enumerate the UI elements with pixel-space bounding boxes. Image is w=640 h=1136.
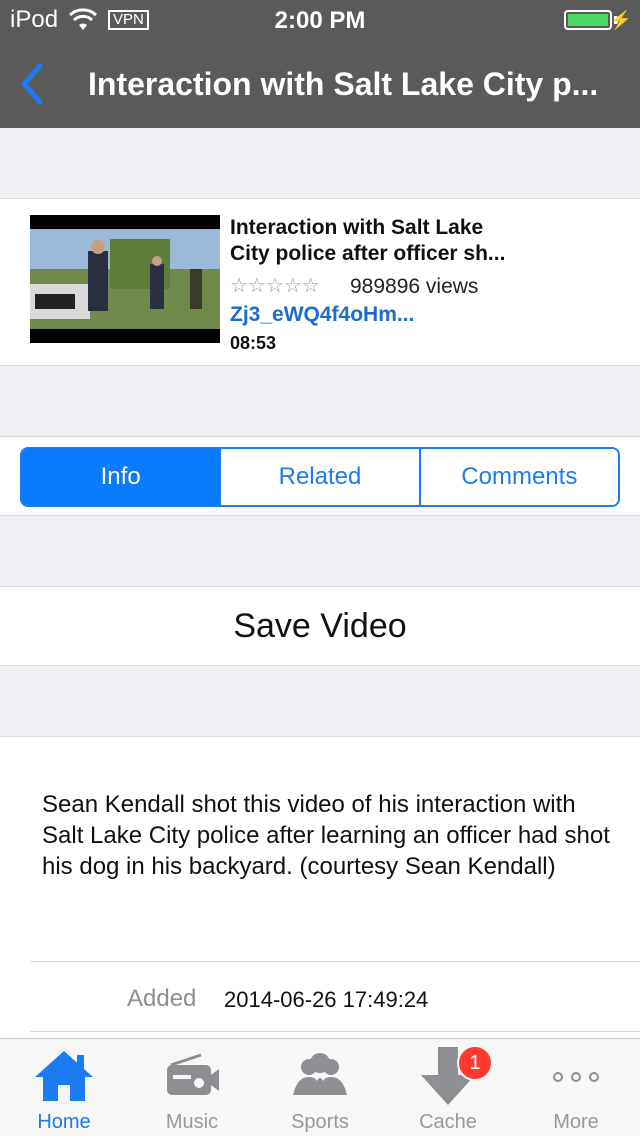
tab-bar: Home Music Sports 1 Cache More [0, 1038, 640, 1136]
added-date: 2014-06-26 17:49:24 [224, 987, 429, 1012]
tab-label-cache: Cache [419, 1111, 477, 1133]
back-chevron-icon[interactable] [14, 62, 50, 106]
tab-home[interactable]: Home [0, 1039, 128, 1136]
video-duration: 08:53 [230, 333, 277, 353]
tab-label-sports: Sports [291, 1111, 349, 1133]
video-id-link[interactable]: Zj3_eWQ4f4oHm... [230, 303, 414, 327]
tab-comments[interactable]: Comments [418, 449, 618, 505]
video-thumbnail[interactable] [30, 215, 220, 343]
segmented-control-area: Info Related Comments [0, 436, 640, 516]
rating-stars-icon: ☆☆☆☆☆ [230, 275, 320, 297]
segmented-control: Info Related Comments [20, 447, 620, 507]
tab-cache[interactable]: 1 Cache [384, 1039, 512, 1136]
save-video-button[interactable]: Save Video [0, 586, 640, 666]
divider [30, 961, 640, 962]
tab-label-home: Home [37, 1111, 91, 1133]
status-time: 2:00 PM [274, 7, 366, 34]
added-label: Added [127, 985, 197, 1012]
tab-music[interactable]: Music [128, 1039, 256, 1136]
home-icon [35, 1051, 93, 1101]
divider [30, 1031, 640, 1032]
tab-label-music: Music [165, 1111, 219, 1133]
people-icon [293, 1053, 347, 1095]
charging-icon: ⚡ [609, 10, 632, 30]
tab-related[interactable]: Related [219, 449, 419, 505]
video-item[interactable]: Interaction with Salt Lake City police a… [0, 198, 640, 366]
music-radio-icon [167, 1053, 219, 1095]
video-description: Sean Kendall shot this video of his inte… [42, 791, 610, 880]
tab-sports[interactable]: Sports [256, 1039, 384, 1136]
description-card: Sean Kendall shot this video of his inte… [0, 736, 640, 1046]
cache-badge: 1 [457, 1045, 493, 1081]
thumbnail-scene [30, 229, 220, 329]
page-title: Interaction with Salt Lake City p... [88, 66, 599, 102]
tab-label-more: More [553, 1111, 599, 1133]
battery-icon [564, 10, 612, 30]
tab-more[interactable]: More [512, 1039, 640, 1136]
navigation-bar: Interaction with Salt Lake City p... [0, 40, 640, 128]
video-title-line1: Interaction with Salt Lake [230, 216, 484, 239]
view-count: 989896 views [350, 275, 479, 298]
more-dots-icon [553, 1072, 599, 1082]
tab-info[interactable]: Info [22, 449, 220, 505]
video-title-line2: City police after officer sh... [230, 242, 506, 265]
status-bar: iPod VPN 2:00 PM ⚡ [0, 0, 640, 40]
video-title[interactable]: Interaction with Salt Lake City police a… [230, 215, 530, 267]
